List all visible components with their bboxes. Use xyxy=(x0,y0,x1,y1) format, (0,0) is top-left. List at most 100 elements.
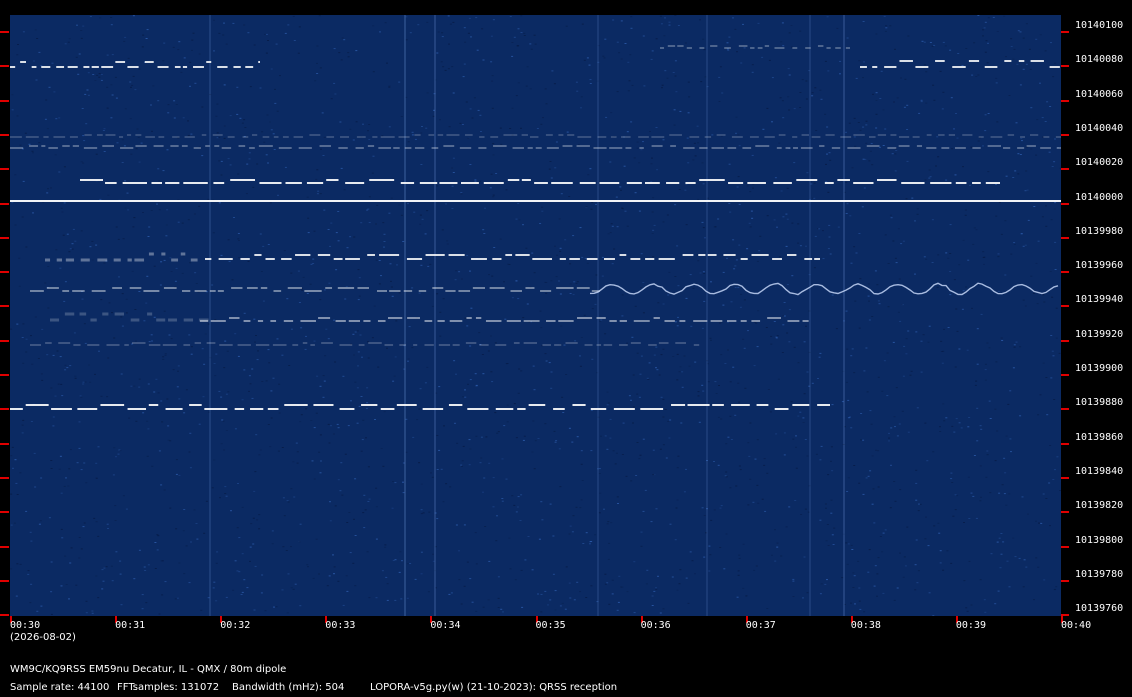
noise-speck xyxy=(384,544,387,546)
noise-speck xyxy=(97,535,100,537)
noise-speck xyxy=(899,320,902,322)
noise-speck xyxy=(132,226,135,228)
noise-speck xyxy=(11,94,14,96)
noise-speck xyxy=(326,585,329,587)
noise-speck xyxy=(506,404,509,406)
noise-speck xyxy=(906,104,909,106)
noise-speck xyxy=(1048,151,1051,153)
noise-speck xyxy=(319,193,322,195)
noise-speck xyxy=(386,347,388,349)
noise-speck xyxy=(845,310,848,312)
noise-speck xyxy=(181,272,184,274)
noise-speck xyxy=(586,262,589,264)
noise-speck xyxy=(851,549,854,550)
noise-speck xyxy=(340,462,343,464)
noise-speck xyxy=(702,38,705,40)
noise-speck xyxy=(312,263,315,264)
noise-speck xyxy=(729,415,732,417)
noise-speck xyxy=(688,365,691,367)
noise-speck xyxy=(805,98,808,100)
noise-speck xyxy=(481,28,484,30)
noise-speck xyxy=(914,589,917,591)
freq-tick xyxy=(0,545,9,548)
noise-speck xyxy=(1052,76,1055,78)
noise-speck xyxy=(778,256,781,258)
noise-speck xyxy=(779,97,782,99)
noise-speck xyxy=(521,606,524,608)
noise-speck xyxy=(93,517,96,519)
noise-speck xyxy=(617,601,620,603)
noise-speck xyxy=(467,383,469,385)
noise-speck xyxy=(655,367,657,369)
noise-speck xyxy=(334,93,337,95)
noise-speck xyxy=(933,44,936,46)
noise-speck xyxy=(894,48,896,50)
noise-speck xyxy=(927,341,930,343)
noise-speck xyxy=(749,191,752,193)
freq-tick xyxy=(0,442,9,445)
noise-speck xyxy=(660,23,663,25)
noise-speck xyxy=(436,435,439,436)
noise-speck xyxy=(421,218,424,220)
noise-speck xyxy=(755,565,758,567)
noise-speck xyxy=(220,174,223,176)
noise-speck xyxy=(855,252,858,254)
noise-speck xyxy=(464,396,467,398)
noise-speck xyxy=(202,396,205,398)
noise-speck xyxy=(977,140,980,142)
noise-speck xyxy=(532,420,535,422)
noise-speck xyxy=(1019,154,1022,155)
noise-speck xyxy=(871,316,874,317)
noise-speck xyxy=(177,221,180,223)
noise-speck xyxy=(110,117,113,119)
noise-speck xyxy=(99,198,102,200)
noise-speck xyxy=(788,309,791,311)
noise-speck xyxy=(15,595,18,597)
noise-speck xyxy=(319,472,322,474)
noise-speck xyxy=(195,283,198,284)
noise-speck xyxy=(786,284,789,285)
noise-speck xyxy=(1033,599,1035,601)
noise-speck xyxy=(80,30,83,31)
noise-speck xyxy=(1036,303,1039,305)
noise-speck xyxy=(830,512,833,514)
noise-speck xyxy=(156,549,159,551)
noise-speck xyxy=(106,107,109,109)
noise-speck xyxy=(176,597,179,599)
noise-speck xyxy=(751,64,754,66)
noise-speck xyxy=(418,462,421,464)
noise-speck xyxy=(391,507,394,509)
noise-speck xyxy=(625,475,628,477)
noise-speck xyxy=(48,86,51,88)
noise-speck xyxy=(490,371,493,373)
noise-speck xyxy=(263,141,266,143)
noise-speck xyxy=(676,499,679,501)
noise-speck xyxy=(604,333,607,335)
noise-speck xyxy=(575,81,578,83)
noise-speck xyxy=(405,16,408,18)
noise-speck xyxy=(736,186,739,188)
noise-speck xyxy=(83,140,86,142)
noise-speck xyxy=(174,280,177,282)
noise-speck xyxy=(394,356,397,358)
noise-speck xyxy=(766,107,769,109)
noise-speck xyxy=(601,275,604,277)
noise-speck xyxy=(875,33,878,35)
noise-speck xyxy=(692,159,695,161)
noise-speck xyxy=(560,193,563,195)
noise-speck xyxy=(793,346,796,348)
noise-speck xyxy=(754,458,757,460)
noise-speck xyxy=(101,588,104,590)
noise-speck xyxy=(65,477,67,479)
noise-speck xyxy=(169,440,172,442)
noise-speck xyxy=(689,274,692,276)
noise-speck xyxy=(738,554,741,556)
noise-speck xyxy=(610,522,613,524)
noise-speck xyxy=(580,337,583,338)
noise-speck xyxy=(516,506,519,508)
noise-speck xyxy=(803,556,806,558)
noise-speck xyxy=(735,485,738,487)
noise-speck xyxy=(356,330,359,332)
noise-speck xyxy=(138,549,141,551)
noise-speck xyxy=(867,571,870,573)
